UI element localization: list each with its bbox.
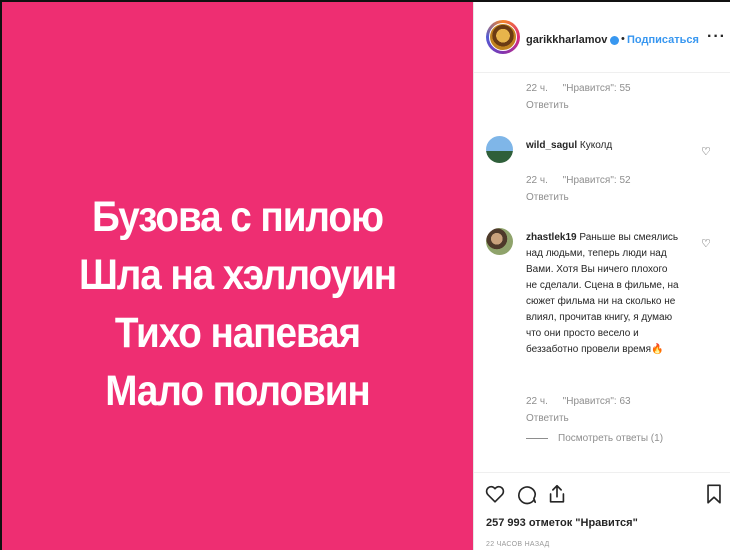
comment-time[interactable]: 22 ч. — [526, 175, 548, 186]
comment-line: влиял, прочитав книгу, я думаю — [526, 312, 673, 323]
caption-line-1: Бузова с пилою — [92, 193, 384, 241]
comment-meta: 22 ч. "Нравится": 52 — [526, 175, 631, 186]
comment-avatar[interactable] — [486, 136, 513, 163]
share-icon[interactable] — [546, 483, 568, 505]
heart-icon[interactable]: ♡ — [701, 145, 711, 158]
post-side-panel: garikkharlamov • Подписаться ··· 22 ч. "… — [473, 2, 730, 550]
comment-text: wild_sagul Куколд — [526, 138, 612, 154]
verified-icon — [610, 35, 620, 45]
reply-button[interactable]: Ответить — [526, 100, 569, 111]
comment-avatar[interactable] — [486, 228, 513, 255]
caption-line-2: Шла на хэллоуин — [78, 251, 397, 299]
comment-line: над людьми, теперь люди над — [526, 248, 667, 259]
post-header: garikkharlamov • Подписаться ··· — [474, 2, 730, 73]
comment-icon[interactable] — [516, 483, 538, 505]
likes-label: отметок "Нравится" — [528, 517, 638, 529]
header-separator: • — [621, 33, 625, 45]
comment-line: Раньше вы смеялись — [579, 232, 679, 243]
view-replies-button[interactable]: Посмотреть ответы (1) — [526, 433, 663, 444]
caption-line-3: Тихо напевая — [114, 309, 361, 357]
comment-time[interactable]: 22 ч. — [526, 83, 548, 94]
caption-line-4: Мало половин — [105, 367, 371, 415]
comment-line: беззаботно провели время🔥 — [526, 344, 664, 355]
author-username-text[interactable]: garikkharlamov — [526, 34, 607, 46]
view-replies-label[interactable]: Посмотреть ответы (1) — [558, 433, 663, 444]
post-actions: 257 993 отметок "Нравится" 22 ЧАСОВ НАЗА… — [474, 472, 730, 551]
likes-number: 257 993 — [486, 517, 526, 529]
view-replies-line — [526, 437, 548, 439]
comment-meta: 22 ч. "Нравится": 63 — [526, 396, 631, 407]
author-avatar-image — [489, 23, 517, 51]
comment-username[interactable]: wild_sagul — [526, 140, 577, 151]
comment-line: Вами. Хотя Вы ничего плохого — [526, 264, 668, 275]
comment-text: zhastlek19 Раньше вы смеялись над людьми… — [526, 230, 696, 358]
comment-line: не сделали. Сцена в фильме, на — [526, 280, 679, 291]
post-image-caption: Бузова с пилою Шла на хэллоуин Тихо напе… — [26, 188, 450, 420]
comment-likes[interactable]: "Нравится": 63 — [563, 396, 631, 407]
comment-line: сюжет фильма ни на сколько не — [526, 296, 676, 307]
follow-button[interactable]: Подписаться — [627, 34, 699, 46]
comment-meta: 22 ч. "Нравится": 55 — [526, 83, 631, 94]
author-username[interactable]: garikkharlamov — [526, 34, 620, 46]
bookmark-icon[interactable] — [703, 483, 725, 505]
comment-likes[interactable]: "Нравится": 52 — [563, 175, 631, 186]
reply-button[interactable]: Ответить — [526, 192, 569, 203]
comment-likes[interactable]: "Нравится": 55 — [563, 83, 631, 94]
likes-count[interactable]: 257 993 отметок "Нравится" — [486, 517, 638, 529]
comments-list[interactable]: 22 ч. "Нравится": 55 Ответить wild_sagul… — [474, 73, 730, 470]
comment-username[interactable]: zhastlek19 — [526, 232, 577, 243]
heart-icon[interactable]: ♡ — [701, 237, 711, 250]
comment-line: что они просто весело и — [526, 328, 639, 339]
reply-button[interactable]: Ответить — [526, 413, 569, 424]
post-image[interactable]: Бузова с пилою Шла на хэллоуин Тихо напе… — [2, 2, 473, 550]
author-avatar[interactable] — [486, 20, 520, 54]
comment-time[interactable]: 22 ч. — [526, 396, 548, 407]
heart-icon[interactable] — [484, 483, 506, 505]
post-date[interactable]: 22 ЧАСОВ НАЗАД — [486, 541, 550, 548]
more-icon[interactable]: ··· — [707, 28, 726, 46]
comment-body: Куколд — [579, 140, 613, 151]
